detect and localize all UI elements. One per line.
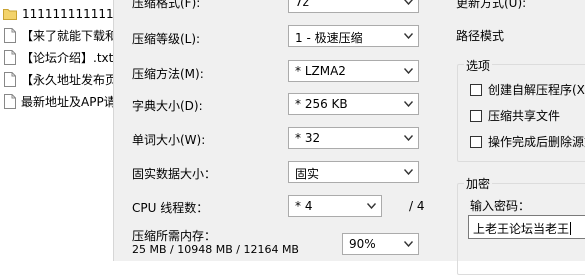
dict-label: 字典大小(D): <box>132 99 203 113</box>
memory-percent-value: 90% <box>349 237 376 251</box>
word-value: * 32 <box>295 131 321 145</box>
checkbox-label: 压缩共享文件 <box>488 109 561 123</box>
threads-select[interactable]: * 4 <box>288 195 382 217</box>
memory-detail: 25 MB / 10948 MB / 12164 MB <box>132 243 299 256</box>
format-label: 压缩格式(F): <box>132 0 201 10</box>
encryption-title: 加密 <box>464 175 493 192</box>
threads-label: CPU 线程数： <box>132 201 209 215</box>
file-name: 【永久地址发布页 <box>21 72 114 87</box>
file-name: 最新地址及APP请 <box>21 94 114 109</box>
chevron-down-icon <box>404 68 413 74</box>
solid-label: 固实数据大小： <box>132 167 217 181</box>
file-icon <box>4 71 16 87</box>
solid-value: 固实 <box>295 167 320 181</box>
delete-after-checkbox[interactable]: 操作完成后删除源文 <box>470 133 585 150</box>
file-list-item[interactable]: 【论坛介绍】.txt <box>0 46 114 68</box>
method-label: 压缩方法(M): <box>132 67 204 81</box>
path-mode-label: 路径模式 <box>456 29 505 43</box>
method-select[interactable]: * LZMA2 <box>288 60 419 82</box>
sfx-checkbox[interactable]: 创建自解压程序(X) <box>470 81 585 98</box>
chevron-down-icon <box>404 33 413 39</box>
threads-value: * 4 <box>295 199 313 213</box>
checkbox-label: 操作完成后删除源文 <box>488 135 585 149</box>
password-input[interactable]: 上老王论坛当老王 <box>468 215 585 239</box>
chevron-down-icon <box>404 0 413 5</box>
chevron-down-icon <box>404 101 413 107</box>
file-icon <box>4 49 16 65</box>
threads-max: / 4 <box>409 199 425 213</box>
text-caret <box>570 222 572 235</box>
password-label: 输入密码： <box>470 199 531 213</box>
shared-files-checkbox[interactable]: 压缩共享文件 <box>470 107 560 124</box>
level-label: 压缩等级(L): <box>132 32 201 46</box>
chevron-down-icon <box>367 203 376 209</box>
password-value: 上老王论坛当老王 <box>473 222 570 236</box>
update-label: 更新方式(U): <box>456 0 527 10</box>
word-label: 单词大小(W): <box>132 133 206 147</box>
checkbox-label: 创建自解压程序(X) <box>488 83 585 97</box>
solid-select[interactable]: 固实 <box>288 161 419 183</box>
file-icon <box>4 27 16 43</box>
file-list-item[interactable]: 【来了就能下载和 <box>0 24 114 46</box>
memory-label: 压缩所需内存： <box>132 229 217 243</box>
level-select[interactable]: 1 - 极速压缩 <box>288 25 419 47</box>
folder-icon <box>3 9 17 20</box>
chevron-down-icon <box>404 241 413 247</box>
word-select[interactable]: * 32 <box>288 127 419 149</box>
file-list-item[interactable]: 【永久地址发布页 <box>0 68 114 90</box>
method-value: * LZMA2 <box>295 64 346 78</box>
checkbox-box[interactable] <box>470 83 482 96</box>
file-list: 111111111111111111 【来了就能下载和 【论坛介绍】.txt 【… <box>0 0 114 261</box>
compression-dialog: 压缩格式(F): 7z 压缩等级(L): 1 - 极速压缩 压缩方法(M): *… <box>114 0 585 275</box>
format-value: 7z <box>295 0 309 9</box>
dict-value: * 256 KB <box>295 97 348 111</box>
file-icon <box>4 93 16 109</box>
file-list-item[interactable]: 最新地址及APP请 <box>0 90 114 112</box>
options-title: 选项 <box>464 57 493 74</box>
file-name: 【来了就能下载和 <box>21 28 114 43</box>
file-name: 111111111111111111 <box>22 7 114 21</box>
chevron-down-icon <box>404 135 413 141</box>
chevron-down-icon <box>404 169 413 175</box>
level-value: 1 - 极速压缩 <box>295 31 363 45</box>
format-select[interactable]: 7z <box>288 0 419 13</box>
checkbox-box[interactable] <box>470 135 482 148</box>
file-list-item[interactable]: 111111111111111111 <box>0 3 114 25</box>
memory-percent-select[interactable]: 90% <box>342 233 419 255</box>
dict-select[interactable]: * 256 KB <box>288 93 419 115</box>
file-name: 【论坛介绍】.txt <box>21 50 114 65</box>
checkbox-box[interactable] <box>470 109 482 122</box>
